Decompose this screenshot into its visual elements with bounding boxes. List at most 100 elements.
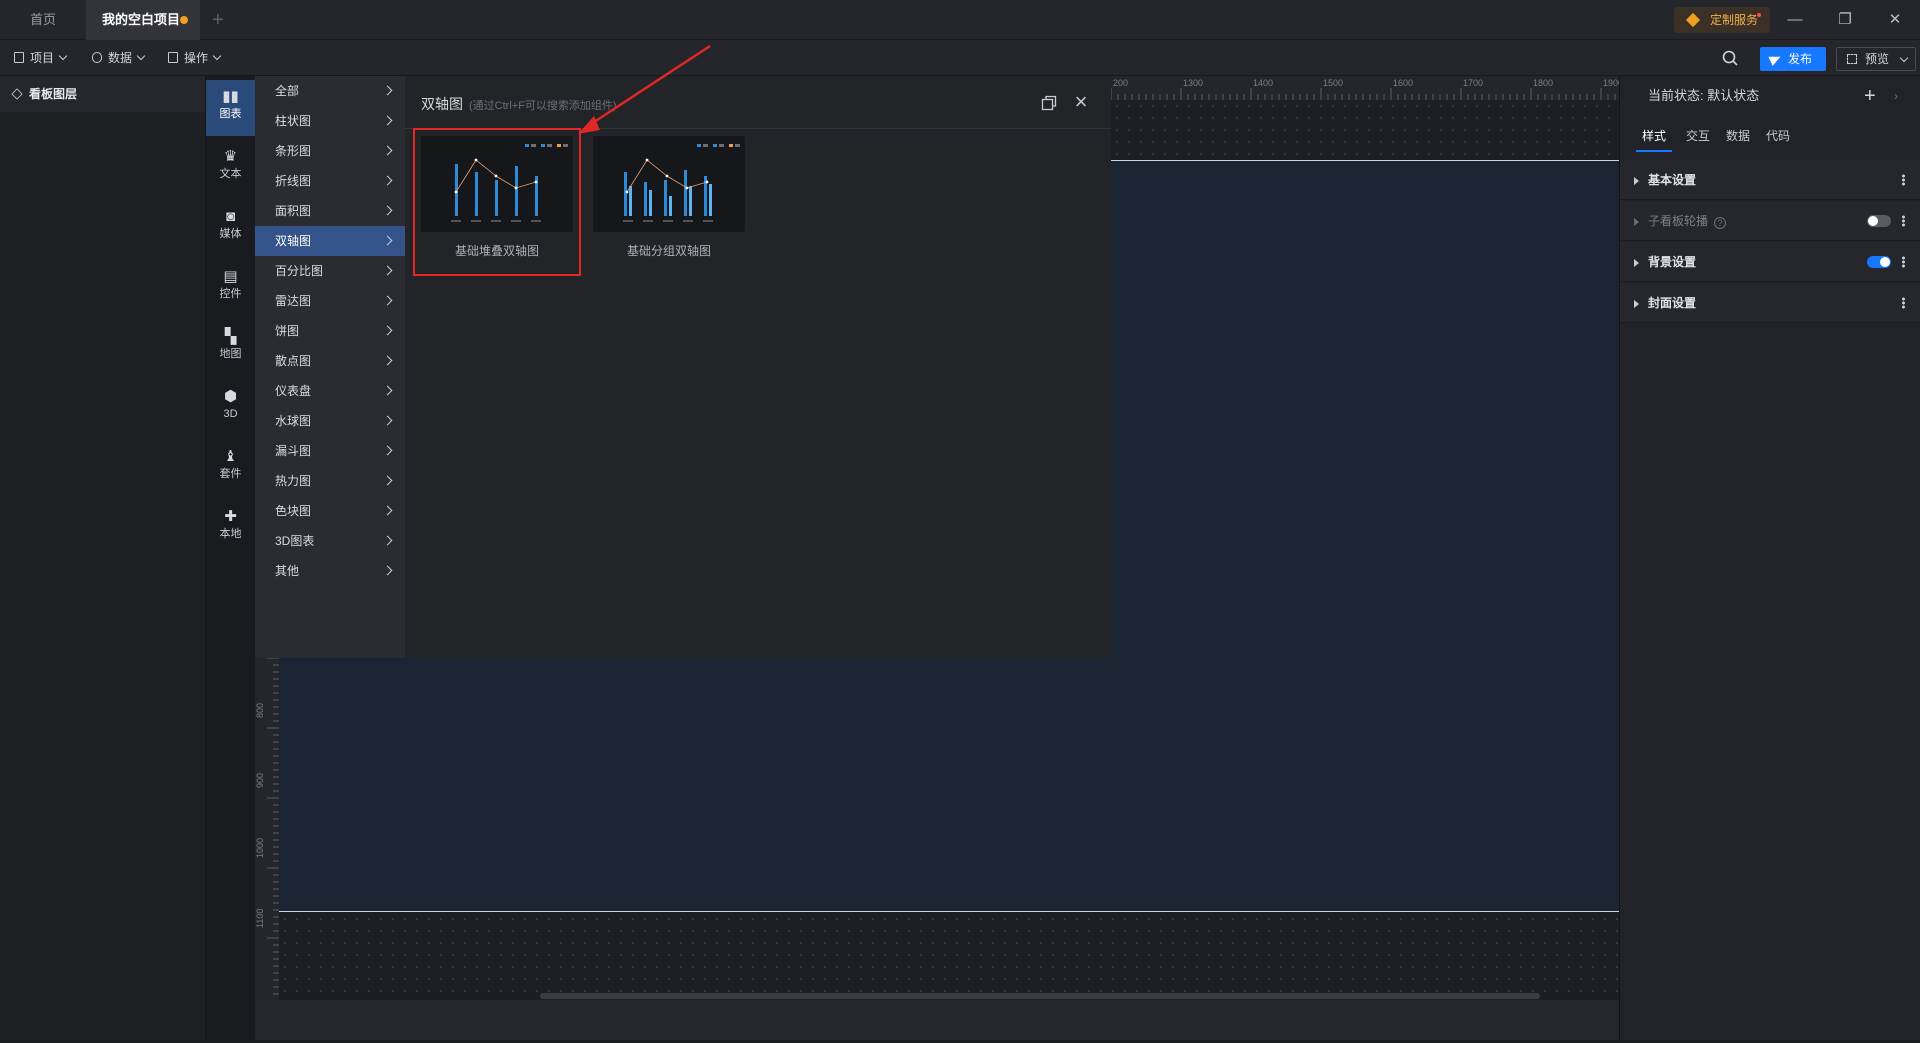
category-text[interactable]: ♛ 文本 [206,140,255,196]
component-card-name: 基础堆叠双轴图 [454,244,539,258]
category-map[interactable]: ▚ 地图 [206,320,255,376]
add-tab-icon[interactable]: + [212,0,224,40]
type-item-area[interactable]: 面积图 [255,196,405,226]
section-cover-settings[interactable]: 封面设置 [1620,283,1920,323]
type-item-gauge[interactable]: 仪表盘 [255,376,405,406]
close-window-icon[interactable]: ✕ [1872,0,1918,40]
operate-menu[interactable]: 操作 [168,40,222,76]
category-media[interactable]: ◙ 媒体 [206,200,255,256]
type-item-dual-axis[interactable]: 双轴图 [255,226,405,256]
unsaved-dot [180,16,188,24]
section-background-settings[interactable]: 背景设置 [1620,242,1920,282]
tab-project-label: 我的空白项目 [102,12,181,27]
type-item-percent[interactable]: 百分比图 [255,256,405,286]
restore-icon[interactable]: ❐ [1822,0,1868,40]
type-item-label: 水球图 [275,414,312,428]
cube-icon: ⬢ [223,388,238,405]
tab-code[interactable]: 代码 [1760,122,1796,152]
caret-right-icon [1634,177,1639,185]
help-icon[interactable]: ? [1714,217,1727,229]
chevron-right-icon [382,415,393,426]
component-card-stacked-dual-axis[interactable]: 基础堆叠双轴图 [413,128,581,276]
section-label: 封面设置 [1648,296,1697,310]
layers-icon [11,88,23,100]
data-menu[interactable]: 数据 [92,40,146,76]
type-item-radar[interactable]: 雷达图 [255,286,405,316]
add-state-icon[interactable]: + [1864,76,1876,116]
chevron-right-icon [382,295,393,306]
type-item-label: 散点图 [275,354,312,368]
more-vertical-icon[interactable] [1902,297,1905,309]
category-3d[interactable]: ⬢ 3D [206,380,255,436]
category-control[interactable]: ▤ 控件 [206,260,255,316]
data-menu-label: 数据 [108,51,133,65]
more-vertical-icon[interactable] [1902,174,1905,186]
type-item-column[interactable]: 柱状图 [255,106,405,136]
type-item-label: 柱状图 [275,114,312,128]
type-item-label: 3D图表 [275,534,315,548]
main-toolbar: 项目 数据 操作 发布 预览 [0,40,1920,76]
category-label: 文本 [219,168,242,180]
chevron-right-icon[interactable]: › [1894,76,1898,116]
type-item-bar[interactable]: 条形图 [255,136,405,166]
type-item-other[interactable]: 其他 [255,556,405,586]
send-icon [1768,52,1783,66]
project-menu-label: 项目 [30,51,55,65]
type-item-scatter[interactable]: 散点图 [255,346,405,376]
tab-project-active[interactable]: 我的空白项目 [86,0,200,40]
tab-home[interactable]: 首页 [12,0,74,40]
chevron-down-icon[interactable] [1899,53,1909,63]
project-menu[interactable]: 项目 [14,40,68,76]
chart-type-list: 全部 柱状图 条形图 折线图 面积图 双轴图 百分比图 雷达图 饼图 散点图 仪… [255,76,405,658]
ruler-left: 800 900 1000 1100 [255,657,279,1040]
more-vertical-icon[interactable] [1902,215,1905,227]
canvas-margin-top [1111,100,1619,160]
type-item-label: 百分比图 [275,264,324,278]
chevron-right-icon [382,445,393,456]
type-item-all[interactable]: 全部 [255,76,405,106]
fullscreen-icon [1847,54,1857,64]
chevron-right-icon [382,235,393,246]
carousel-toggle[interactable] [1867,215,1891,227]
type-item-funnel[interactable]: 漏斗图 [255,436,405,466]
type-item-3d-chart[interactable]: 3D图表 [255,526,405,556]
chevron-right-icon [382,175,393,186]
type-item-color-block[interactable]: 色块图 [255,496,405,526]
close-icon[interactable]: × [1071,91,1091,113]
more-vertical-icon[interactable] [1902,256,1905,268]
publish-button[interactable]: 发布 [1760,47,1826,71]
type-item-label: 其他 [275,564,300,578]
type-item-liquid[interactable]: 水球图 [255,406,405,436]
toggle-knob [1868,216,1878,226]
component-panel: 双轴图 (通过Ctrl+F可以搜索添加组件) × 基础堆叠双轴图 基础分组双轴图 [405,76,1111,658]
type-item-heatmap[interactable]: 热力图 [255,466,405,496]
search-icon[interactable] [1722,50,1738,66]
minimize-icon[interactable]: — [1772,0,1818,40]
type-item-line[interactable]: 折线图 [255,166,405,196]
background-toggle[interactable] [1867,256,1891,268]
section-label: 基本设置 [1648,173,1697,187]
category-label: 本地 [219,528,242,540]
tab-style[interactable]: 样式 [1636,122,1672,152]
section-sub-board-carousel[interactable]: 子看板轮播? [1620,201,1920,241]
type-item-pie[interactable]: 饼图 [255,316,405,346]
tab-interaction[interactable]: 交互 [1680,122,1716,152]
toggle-knob [1880,257,1890,267]
popout-icon[interactable] [1041,95,1057,111]
tab-data[interactable]: 数据 [1720,122,1756,152]
type-item-label: 饼图 [275,324,300,338]
properties-panel: 当前状态: 默认状态 + › 样式 交互 数据 代码 基本设置 子看板轮播? 背… [1619,76,1920,1040]
custom-service-button[interactable]: 定制服务 [1674,7,1770,33]
properties-tabs: 样式 交互 数据 代码 [1620,122,1920,154]
ruler-label: 1300 [1183,78,1203,88]
ruler-label: 1600 [1393,78,1413,88]
section-basic-settings[interactable]: 基本设置 [1620,160,1920,200]
chevron-down-icon [212,51,222,61]
category-local[interactable]: ✚ 本地 [206,500,255,556]
ruler-label: 200 [1113,78,1128,88]
horizontal-scrollbar[interactable] [540,993,1540,999]
category-suite[interactable]: ♝ 套件 [206,440,255,496]
component-card-grouped-dual-axis[interactable]: 基础分组双轴图 [593,136,745,268]
category-chart[interactable]: ▮▮ 图表 [206,80,255,136]
preview-button[interactable]: 预览 [1836,47,1916,71]
